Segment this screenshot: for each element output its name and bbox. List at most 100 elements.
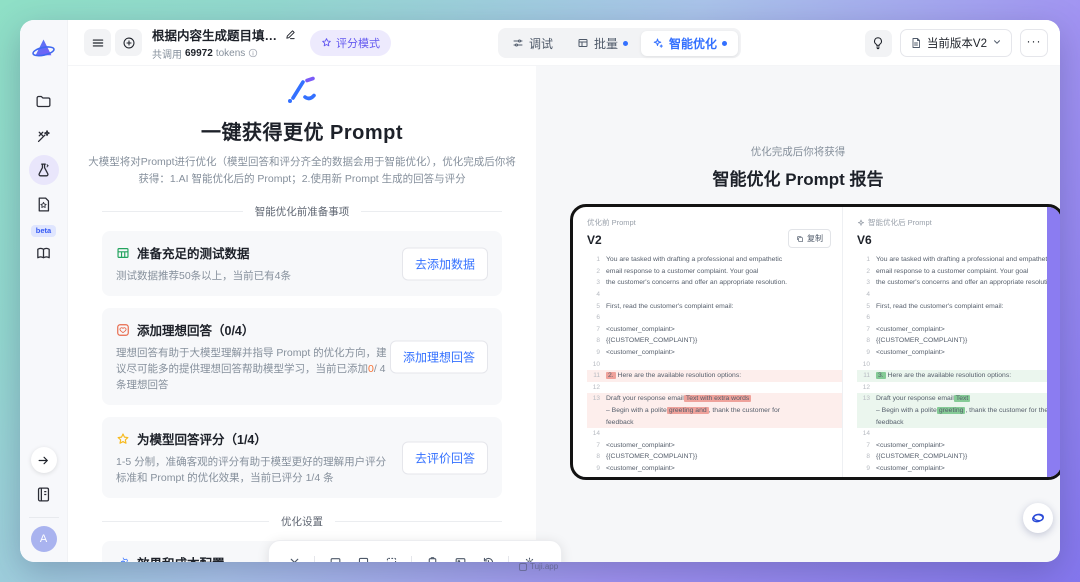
- notification-dot: [623, 40, 629, 46]
- sidebar: beta A: [20, 20, 68, 562]
- code-line: 7 <customer_complaint>: [866, 441, 945, 449]
- sparkle-icon: [653, 38, 663, 48]
- book-icon: [37, 247, 50, 258]
- copy-button[interactable]: 复制: [788, 229, 831, 248]
- code-line: 9 <customer_complaint>: [596, 349, 675, 357]
- code-line: 6: [866, 314, 870, 322]
- fullscreen-capture-button[interactable]: [350, 549, 376, 562]
- toolbar-divider: [314, 555, 315, 562]
- gear-icon: [120, 557, 128, 562]
- code-line: 8 {{CUSTOMER_COMPLAINT}}: [596, 337, 698, 345]
- after-prompt-column: 智能优化后 Prompt V6 1 You are tasked with dra…: [843, 207, 1047, 477]
- edit-title-button[interactable]: [285, 29, 296, 40]
- code-line: 12: [862, 383, 870, 391]
- toolbar-divider: [508, 555, 509, 562]
- code-line: 14: [862, 430, 870, 438]
- clipboard-icon: [428, 556, 436, 562]
- topbar-right-group: 当前版本V2 ···: [864, 29, 1048, 57]
- code-line: 9 <customer_complaint>: [866, 349, 945, 357]
- sidebar-divider: [28, 517, 59, 518]
- sidebar-item-templates[interactable]: [29, 189, 59, 219]
- version-selector[interactable]: 当前版本V2: [899, 29, 1012, 57]
- region-capture-button[interactable]: [378, 549, 404, 562]
- code-line: 13 Draft your response email Text with ext…: [587, 393, 842, 405]
- topbar: 根据内容生成题目填充J... 共调用 69972 tokens 评分模式: [68, 20, 1060, 66]
- sparkle-icon: [857, 219, 865, 226]
- arrow-right-icon: [38, 456, 48, 464]
- section-prep-divider: 智能优化前准备事项: [102, 204, 502, 219]
- report-subtitle: 优化完成后你将获得: [750, 146, 846, 158]
- card-title: 添加理想回答（0/4）: [137, 324, 255, 338]
- score-answers-button[interactable]: 去评价回答: [401, 441, 488, 474]
- tab-batch[interactable]: 批量: [566, 31, 639, 56]
- chevron-down-icon: [992, 37, 1002, 50]
- image-icon: [455, 557, 465, 562]
- code-line: 10: [592, 360, 600, 368]
- add-data-button[interactable]: 去添加数据: [401, 247, 488, 280]
- report-title: 智能优化 Prompt 报告: [712, 170, 884, 189]
- sidebar-item-docs[interactable]: [29, 479, 59, 509]
- clipboard-button[interactable]: [419, 549, 445, 562]
- history-icon: [483, 557, 493, 562]
- menu-button[interactable]: [84, 29, 111, 56]
- heart-icon: [117, 323, 129, 336]
- code-line: feedback: [587, 416, 842, 428]
- code-line: 4: [866, 291, 870, 299]
- collapse-sidebar-button[interactable]: [30, 447, 57, 473]
- before-prompt-label: 优化前 Prompt: [587, 218, 636, 227]
- close-icon: [290, 558, 298, 562]
- code-line: 7 <customer_complaint>: [866, 325, 945, 333]
- before-prompt-column: 优化前 Prompt V2 复制 1 You are tasked with dr…: [573, 207, 843, 477]
- code-line: 9 <customer_complaint>: [866, 464, 945, 472]
- code-line: 2 email response to a customer complaint.…: [596, 267, 759, 275]
- sidebar-item-tools[interactable]: [29, 121, 59, 151]
- code-line: 10: [862, 360, 870, 368]
- window-capture-button[interactable]: [322, 549, 348, 562]
- code-line: 13 Draft your response email Text: [857, 393, 1047, 405]
- avatar[interactable]: A: [30, 526, 57, 552]
- app-logo[interactable]: [30, 35, 57, 62]
- assistant-floating-button[interactable]: [1023, 503, 1053, 533]
- code-line: 5 First, read the customer's complaint em…: [596, 302, 734, 310]
- code-line: 12: [592, 383, 600, 391]
- assistant-logo-icon: [1032, 513, 1044, 523]
- sidebar-item-library[interactable]: [29, 238, 59, 268]
- gradient-frame: Tuji.app beta A 根据内容生成题目填充 共调用 69972 tok…: [0, 0, 1080, 582]
- code-line: 8 {{CUSTOMER_COMPLAINT}}: [866, 453, 968, 461]
- page-description: 大模型将对Prompt进行优化（模型回答和评分齐全的数据会用于智能优化），优化完…: [88, 156, 516, 185]
- app-window: beta A 根据内容生成题目填充 共调用 69972 tokens 评分模式 …: [20, 20, 1060, 562]
- close-button[interactable]: [281, 549, 307, 562]
- token-count: 69972: [185, 47, 213, 59]
- copy-icon: [797, 235, 803, 242]
- tune-icon: [513, 39, 523, 47]
- doc-star-icon: [38, 196, 50, 212]
- code-line: 14: [592, 430, 600, 438]
- code-line: 4: [596, 291, 600, 299]
- history-button[interactable]: [475, 549, 501, 562]
- code-line: 5 First, read the customer's complaint em…: [866, 302, 1004, 310]
- tips-button[interactable]: [864, 29, 892, 57]
- toolbar-settings-button[interactable]: [516, 549, 542, 562]
- info-icon[interactable]: [248, 48, 258, 58]
- mode-tabs: 调试 批量 智能优化: [498, 28, 742, 58]
- watermark-text: Tuji.app: [530, 562, 559, 571]
- add-ideal-answer-button[interactable]: 添加理想回答: [389, 340, 488, 373]
- report-purple-edge: [1047, 207, 1060, 477]
- image-button[interactable]: [447, 549, 473, 562]
- after-prompt-label: 智能优化后 Prompt: [857, 217, 1047, 228]
- code-line: feedback: [857, 416, 1047, 428]
- code-line: 7 <customer_complaint>: [596, 325, 675, 333]
- more-options-button[interactable]: ···: [1020, 29, 1048, 57]
- code-line: 3 the customer's concerns and offer an ap…: [866, 279, 1047, 287]
- report-preview-panel: 优化完成后你将获得 智能优化 Prompt 报告 优化前 Prompt V2 复…: [536, 66, 1060, 562]
- tab-smart-optimize[interactable]: 智能优化: [641, 30, 739, 56]
- new-session-button[interactable]: [115, 29, 142, 56]
- beta-badge: beta: [30, 225, 57, 237]
- token-usage: 共调用 69972 tokens: [152, 46, 296, 61]
- sidebar-item-projects[interactable]: [29, 86, 59, 116]
- before-prompt-code: 1 You are tasked with drafting a professi…: [587, 254, 842, 474]
- plus-circle-icon: [123, 37, 134, 48]
- sidebar-item-optimize-active[interactable]: [28, 155, 59, 185]
- scoring-mode-badge[interactable]: 评分模式: [310, 29, 391, 56]
- tab-debug[interactable]: 调试: [501, 31, 564, 56]
